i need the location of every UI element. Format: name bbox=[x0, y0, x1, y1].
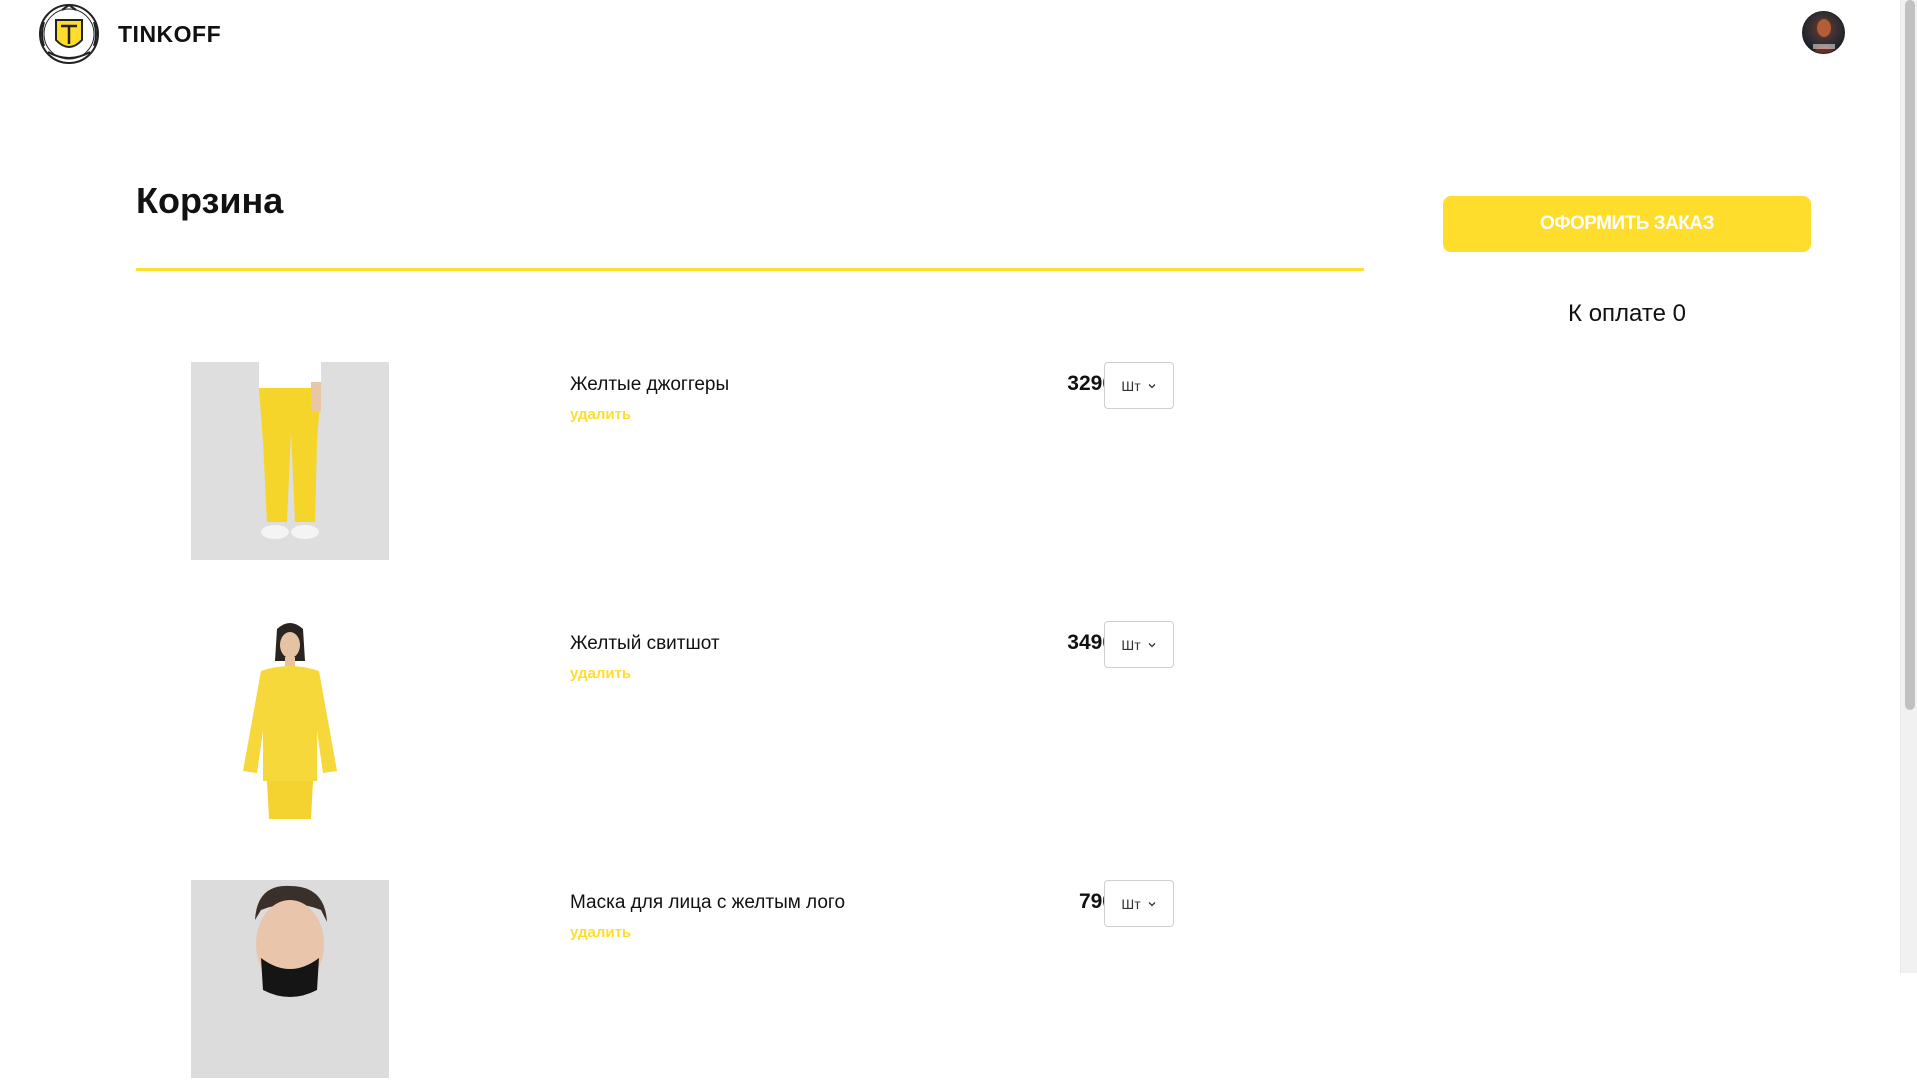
chevron-down-icon bbox=[1148, 383, 1156, 388]
brand-logo[interactable]: TINKOFF bbox=[34, 2, 221, 66]
tinkoff-emblem-icon bbox=[39, 3, 99, 64]
item-price: 790 bbox=[1078, 890, 1114, 913]
chevron-down-icon bbox=[1148, 642, 1156, 647]
item-price: 3290 bbox=[1067, 372, 1114, 395]
product-image-sweatshirt[interactable] bbox=[191, 621, 389, 819]
unit-select[interactable]: Шт bbox=[1104, 621, 1174, 668]
item-price: 3490 bbox=[1067, 631, 1114, 654]
page-title: Корзина bbox=[136, 180, 284, 221]
unit-value: Шт bbox=[1121, 636, 1141, 653]
page-scrollbar[interactable] bbox=[1900, 0, 1917, 973]
total-amount: К оплате 0 bbox=[1568, 300, 1686, 327]
cart-item: Желтые джоггеры удалить 3290 Шт bbox=[136, 362, 1364, 562]
avatar-image bbox=[1812, 19, 1837, 53]
chevron-down-icon bbox=[1148, 901, 1156, 906]
user-avatar[interactable] bbox=[1802, 11, 1845, 54]
cart-item: Желтый свитшот удалить 3490 Шт bbox=[136, 621, 1364, 821]
delete-link[interactable]: удалить bbox=[570, 924, 631, 941]
delete-link[interactable]: удалить bbox=[570, 406, 631, 423]
item-name: Желтый свитшот bbox=[570, 633, 720, 654]
unit-value: Шт bbox=[1121, 895, 1141, 912]
product-image-mask[interactable] bbox=[191, 880, 389, 1078]
header: TINKOFF bbox=[0, 0, 1900, 70]
product-image-joggers[interactable] bbox=[191, 362, 389, 560]
cart-item: Маска для лица с желтым лого удалить 790… bbox=[136, 880, 1364, 1080]
item-name: Маска для лица с желтым лого bbox=[570, 892, 846, 913]
unit-select[interactable]: Шт bbox=[1104, 362, 1174, 409]
delete-link[interactable]: удалить bbox=[570, 665, 631, 682]
unit-value: Шт bbox=[1121, 377, 1141, 394]
scrollbar-thumb[interactable] bbox=[1905, 0, 1915, 710]
brand-name: TINKOFF bbox=[118, 20, 222, 47]
checkout-button[interactable]: ОФОРМИТЬ ЗАКАЗ bbox=[1443, 196, 1811, 252]
item-name: Желтые джоггеры bbox=[570, 374, 730, 395]
unit-select[interactable]: Шт bbox=[1104, 880, 1174, 927]
title-divider bbox=[136, 268, 1364, 271]
